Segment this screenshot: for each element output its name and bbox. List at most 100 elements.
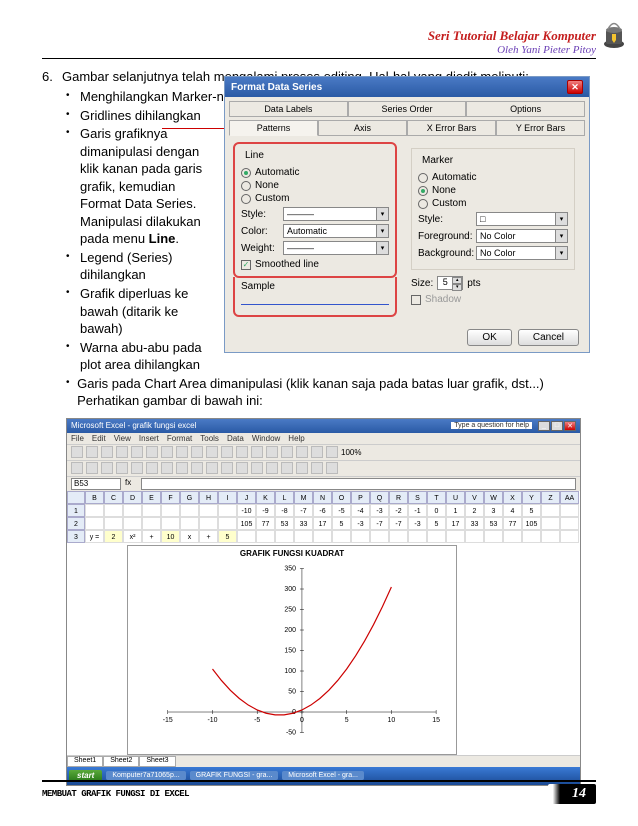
cell[interactable] [218, 504, 237, 517]
cell[interactable]: -4 [351, 504, 370, 517]
row-header[interactable]: 2 [67, 517, 85, 530]
cell[interactable]: x² [123, 530, 142, 543]
col-header[interactable]: N [313, 491, 332, 504]
cell[interactable] [180, 517, 199, 530]
col-header[interactable]: P [351, 491, 370, 504]
toolbar-icon[interactable] [116, 462, 128, 474]
cell[interactable] [104, 517, 123, 530]
cell[interactable]: 33 [294, 517, 313, 530]
col-header[interactable]: W [484, 491, 503, 504]
cell[interactable] [199, 517, 218, 530]
menu-data[interactable]: Data [227, 434, 244, 443]
cell[interactable] [503, 530, 522, 543]
tab-y-error-bars[interactable]: Y Error Bars [496, 120, 585, 136]
toolbar-icon[interactable] [176, 462, 188, 474]
cell[interactable]: 53 [484, 517, 503, 530]
toolbar-icon[interactable] [326, 462, 338, 474]
taskbar-item[interactable]: Microsoft Excel - gra... [282, 771, 364, 780]
cell[interactable] [142, 504, 161, 517]
tab-x-error-bars[interactable]: X Error Bars [407, 120, 496, 136]
cell[interactable]: -2 [389, 504, 408, 517]
line-automatic-radio[interactable] [241, 168, 251, 178]
col-header[interactable]: B [85, 491, 104, 504]
toolbar-icon[interactable] [191, 446, 203, 458]
cell[interactable]: 105 [522, 517, 541, 530]
minimize-icon[interactable]: _ [538, 421, 550, 431]
toolbar-icon[interactable] [221, 462, 233, 474]
cell[interactable] [313, 530, 332, 543]
toolbar-icon[interactable] [296, 446, 308, 458]
cell[interactable]: + [142, 530, 161, 543]
cell[interactable] [199, 504, 218, 517]
col-header[interactable]: Q [370, 491, 389, 504]
marker-style-dropdown[interactable]: □▾ [476, 212, 568, 226]
menu-view[interactable]: View [114, 434, 131, 443]
col-header[interactable]: R [389, 491, 408, 504]
col-header[interactable]: I [218, 491, 237, 504]
toolbar-icon[interactable] [326, 446, 338, 458]
tab-axis[interactable]: Axis [318, 120, 407, 136]
cancel-button[interactable]: Cancel [518, 329, 579, 346]
cell[interactable] [560, 517, 579, 530]
cell[interactable] [465, 530, 484, 543]
tab-patterns[interactable]: Patterns [229, 120, 318, 136]
toolbar-icon[interactable] [146, 446, 158, 458]
cell[interactable] [522, 530, 541, 543]
cell[interactable]: -10 [237, 504, 256, 517]
col-header[interactable]: M [294, 491, 313, 504]
cell[interactable]: 5 [218, 530, 237, 543]
ok-button[interactable]: OK [467, 329, 511, 346]
toolbar-icon[interactable] [71, 446, 83, 458]
marker-size-spinner[interactable]: 5▴▾ [437, 276, 463, 290]
cell[interactable] [541, 530, 560, 543]
toolbar-icon[interactable] [311, 462, 323, 474]
col-header[interactable]: V [465, 491, 484, 504]
cell[interactable] [332, 530, 351, 543]
tab-options[interactable]: Options [466, 101, 585, 117]
cell[interactable]: 1 [446, 504, 465, 517]
cell[interactable] [389, 530, 408, 543]
toolbar-icon[interactable] [221, 446, 233, 458]
marker-custom-radio[interactable] [418, 199, 428, 209]
toolbar-icon[interactable] [191, 462, 203, 474]
col-header[interactable]: H [199, 491, 218, 504]
toolbar-icon[interactable] [71, 462, 83, 474]
cell[interactable]: x [180, 530, 199, 543]
cell[interactable]: 2 [104, 530, 123, 543]
cell[interactable] [408, 530, 427, 543]
sheet-tab[interactable]: Sheet2 [103, 756, 139, 767]
toolbar-icon[interactable] [251, 462, 263, 474]
cell[interactable]: -6 [313, 504, 332, 517]
toolbar-icon[interactable] [206, 462, 218, 474]
col-header[interactable]: K [256, 491, 275, 504]
cell[interactable] [104, 504, 123, 517]
menu-format[interactable]: Format [167, 434, 192, 443]
line-none-radio[interactable] [241, 181, 251, 191]
marker-fg-dropdown[interactable]: No Color▾ [476, 229, 568, 243]
menu-tools[interactable]: Tools [200, 434, 219, 443]
col-header[interactable]: D [123, 491, 142, 504]
toolbar-icon[interactable] [101, 446, 113, 458]
col-header[interactable]: T [427, 491, 446, 504]
cell[interactable]: 105 [237, 517, 256, 530]
cell[interactable]: -5 [332, 504, 351, 517]
select-all-corner[interactable] [67, 491, 85, 504]
toolbar-icon[interactable] [146, 462, 158, 474]
cell[interactable]: 53 [275, 517, 294, 530]
cell[interactable]: -9 [256, 504, 275, 517]
cell[interactable]: 0 [427, 504, 446, 517]
cell[interactable] [446, 530, 465, 543]
col-header[interactable]: C [104, 491, 123, 504]
cell[interactable]: -8 [275, 504, 294, 517]
toolbar-icon[interactable] [176, 446, 188, 458]
menu-edit[interactable]: Edit [92, 434, 106, 443]
taskbar-item[interactable]: Komputer7a71065p... [106, 771, 185, 780]
cell[interactable] [560, 504, 579, 517]
cell[interactable] [161, 504, 180, 517]
cell[interactable]: 4 [503, 504, 522, 517]
sheet-tab[interactable]: Sheet1 [67, 756, 103, 767]
col-header[interactable]: S [408, 491, 427, 504]
col-header[interactable]: J [237, 491, 256, 504]
toolbar-icon[interactable] [116, 446, 128, 458]
maximize-icon[interactable]: □ [551, 421, 563, 431]
